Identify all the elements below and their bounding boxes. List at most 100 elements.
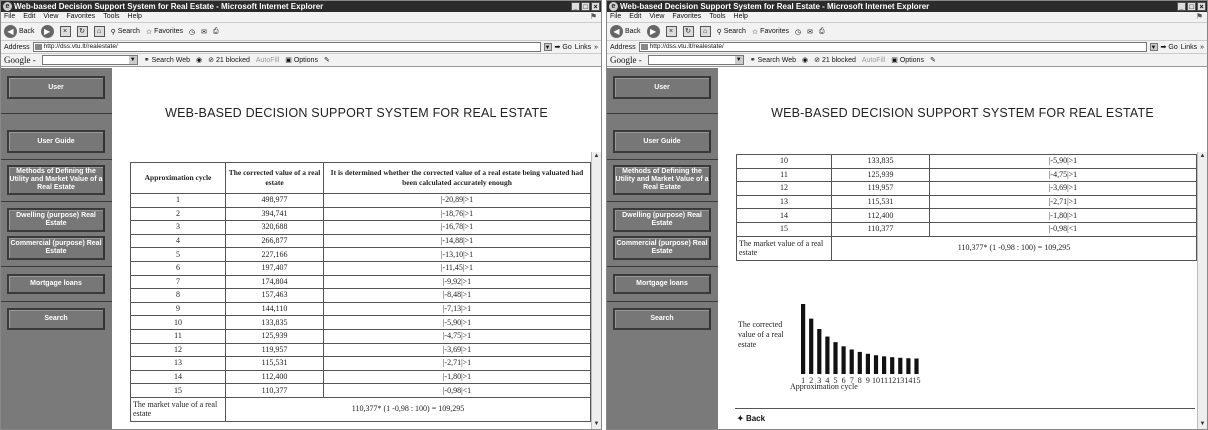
- print-icon[interactable]: ⎙: [213, 28, 219, 36]
- google-search-input[interactable]: ▼: [41, 55, 138, 65]
- scroll-down-arrow[interactable]: ▼: [592, 420, 601, 429]
- scroll-up-arrow[interactable]: ▲: [1198, 152, 1207, 161]
- mail-icon[interactable]: ✉: [201, 28, 207, 36]
- minimize-button[interactable]: _: [1177, 2, 1186, 11]
- highlight-icon[interactable]: ✎: [930, 56, 936, 64]
- nav-user-guide[interactable]: User Guide: [613, 130, 711, 153]
- chart-y-label: The corrected value of a real estate: [738, 320, 784, 349]
- menu-help[interactable]: Help: [734, 12, 748, 22]
- menu-favorites[interactable]: Favorites: [672, 12, 701, 22]
- cell-cycle: 4: [130, 233, 226, 249]
- highlight-icon[interactable]: ✎: [324, 56, 330, 64]
- nav-dwelling[interactable]: Dwelling (purpose) Real Estate: [613, 208, 711, 232]
- browser-window-left: e Web-based Decision Support System for …: [0, 0, 602, 430]
- menu-file[interactable]: File: [610, 12, 621, 22]
- minimize-button[interactable]: _: [571, 2, 580, 11]
- history-icon[interactable]: ◷: [189, 28, 195, 36]
- mail-icon[interactable]: ✉: [807, 28, 813, 36]
- back-button[interactable]: ◀ Back: [4, 25, 35, 38]
- menu-favorites[interactable]: Favorites: [66, 12, 95, 22]
- chevron-icon[interactable]: »: [594, 44, 598, 51]
- go-button[interactable]: ➡ Go: [1161, 43, 1178, 52]
- print-icon[interactable]: ⎙: [819, 28, 825, 36]
- cell-cycle: 8: [130, 288, 226, 303]
- scroll-down-arrow[interactable]: ▼: [1198, 420, 1207, 429]
- address-input[interactable]: http://dss.vtu.lt/realestate/: [32, 42, 541, 52]
- close-button[interactable]: ×: [591, 2, 600, 11]
- forward-button[interactable]: ▶: [646, 25, 660, 38]
- stop-button[interactable]: ×: [665, 26, 677, 37]
- header-cycle: Approximation cycle: [130, 162, 226, 194]
- google-logo[interactable]: Google -: [4, 55, 36, 65]
- options-button[interactable]: ▣ Options: [285, 56, 318, 65]
- chart-bar: [833, 342, 838, 374]
- nav-search[interactable]: Search: [7, 308, 105, 330]
- close-button[interactable]: ×: [1197, 2, 1206, 11]
- cell-cycle: 13: [736, 194, 832, 210]
- autofill-button[interactable]: AutoFill: [862, 57, 885, 64]
- address-input[interactable]: http://dss.vtu.lt/realestate/: [638, 42, 1147, 52]
- favorites-button[interactable]: ☆ Favorites: [752, 28, 789, 36]
- chevron-icon[interactable]: »: [1200, 44, 1204, 51]
- links-label[interactable]: Links: [1181, 44, 1197, 51]
- refresh-button[interactable]: ↻: [682, 26, 694, 37]
- nav-user[interactable]: User: [7, 76, 105, 99]
- maximize-button[interactable]: □: [581, 2, 590, 11]
- autofill-button[interactable]: AutoFill: [256, 57, 279, 64]
- scroll-up-arrow[interactable]: ▲: [592, 152, 601, 161]
- table-header-row: Approximation cycle The corrected value …: [130, 162, 591, 194]
- menu-edit[interactable]: Edit: [23, 12, 35, 22]
- back-link[interactable]: ✦ Back: [737, 414, 765, 423]
- google-search-input[interactable]: ▼: [647, 55, 744, 65]
- go-button[interactable]: ➡ Go: [555, 43, 572, 52]
- address-dropdown[interactable]: ▼: [543, 43, 552, 51]
- address-dropdown[interactable]: ▼: [1149, 43, 1158, 51]
- chart-bar: [914, 358, 919, 374]
- nav-methods[interactable]: Methods of Defining the Utility and Mark…: [613, 165, 711, 195]
- cell-value: 174,804: [225, 274, 324, 290]
- popup-blocker-button[interactable]: ⊘ 21 blocked: [208, 56, 250, 65]
- popup-blocker-button[interactable]: ⊘ 21 blocked: [814, 56, 856, 65]
- vertical-scrollbar[interactable]: ▲ ▼: [1197, 152, 1207, 429]
- forward-button[interactable]: ▶: [40, 25, 54, 38]
- nav-user-guide[interactable]: User Guide: [7, 130, 105, 153]
- search-button[interactable]: ⚲ Search: [111, 28, 140, 36]
- menu-tools[interactable]: Tools: [103, 12, 119, 22]
- table-row: 10 133,835 |-5,90|>1: [736, 154, 1197, 169]
- table-row: 12 119,957 |-3,69|>1: [130, 342, 591, 358]
- search-web-button[interactable]: ⚭ Search Web: [144, 56, 190, 65]
- vertical-scrollbar[interactable]: ▲ ▼: [591, 152, 601, 429]
- search-button[interactable]: ⚲ Search: [717, 28, 746, 36]
- page-icon: [640, 44, 648, 50]
- nav-user[interactable]: User: [613, 76, 711, 99]
- nav-search[interactable]: Search: [613, 308, 711, 330]
- history-icon[interactable]: ◷: [795, 28, 801, 36]
- nav-methods[interactable]: Methods of Defining the Utility and Mark…: [7, 165, 105, 195]
- nav-mortgage[interactable]: Mortgage loans: [613, 274, 711, 294]
- nav-dwelling[interactable]: Dwelling (purpose) Real Estate: [7, 208, 105, 232]
- stop-button[interactable]: ×: [59, 26, 71, 37]
- market-value-row: The market value of a real estate 110,377…: [736, 235, 1197, 261]
- cell-accuracy: |-1,80|>1: [929, 208, 1197, 223]
- menu-view[interactable]: View: [43, 12, 58, 22]
- toolbar: ◀ Back ▶ × ↻ ⌂ ⚲ Search ☆ Favorites ◷ ✉ ⎙: [607, 22, 1207, 40]
- nav-commercial[interactable]: Commercial (purpose) Real Estate: [613, 236, 711, 260]
- home-button[interactable]: ⌂: [699, 26, 711, 37]
- maximize-button[interactable]: □: [1187, 2, 1196, 11]
- favorites-button[interactable]: ☆ Favorites: [146, 28, 183, 36]
- refresh-button[interactable]: ↻: [76, 26, 88, 37]
- cell-cycle: 15: [130, 383, 226, 398]
- links-label[interactable]: Links: [575, 44, 591, 51]
- menu-help[interactable]: Help: [128, 12, 142, 22]
- search-web-button[interactable]: ⚭ Search Web: [750, 56, 796, 65]
- nav-mortgage[interactable]: Mortgage loans: [7, 274, 105, 294]
- options-button[interactable]: ▣ Options: [891, 56, 924, 65]
- menu-view[interactable]: View: [649, 12, 664, 22]
- home-button[interactable]: ⌂: [93, 26, 105, 37]
- google-logo[interactable]: Google -: [610, 55, 642, 65]
- nav-commercial[interactable]: Commercial (purpose) Real Estate: [7, 236, 105, 260]
- menu-tools[interactable]: Tools: [709, 12, 725, 22]
- menu-file[interactable]: File: [4, 12, 15, 22]
- back-button[interactable]: ◀ Back: [610, 25, 641, 38]
- menu-edit[interactable]: Edit: [629, 12, 641, 22]
